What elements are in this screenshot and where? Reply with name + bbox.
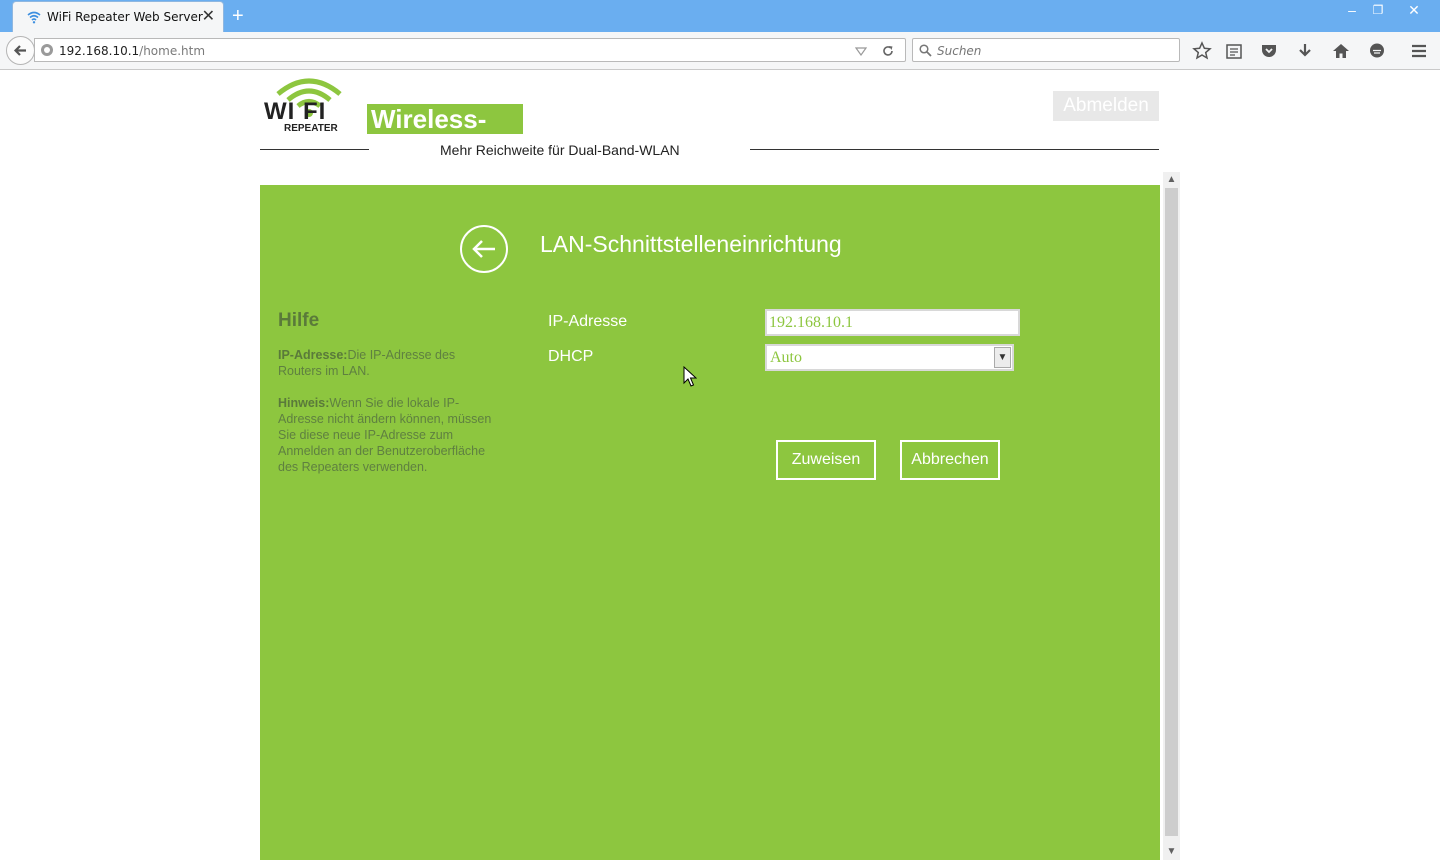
page-title: LAN-Schnittstelleneinrichtung [540, 231, 842, 257]
tab-title: WiFi Repeater Web Server [47, 10, 203, 24]
wifi-icon [27, 11, 41, 24]
browser-toolbar: 192.168.10.1/home.htm Suchen [0, 32, 1440, 70]
page-content: WI FI REPEATER Wireless-AC Abmelden Mehr… [0, 70, 1440, 860]
wifi-logo: WI FI REPEATER [264, 76, 354, 143]
mouse-cursor-icon [683, 366, 697, 387]
url-bar[interactable]: 192.168.10.1/home.htm [34, 38, 906, 62]
brand-logo: Wireless-AC [367, 104, 523, 164]
assign-button[interactable]: Zuweisen [776, 440, 876, 480]
help-hint-text: Hinweis:Wenn Sie die lokale IP-Adresse n… [278, 395, 493, 475]
url-text: 192.168.10.1/home.htm [59, 44, 206, 58]
help-ip-term: IP-Adresse: [278, 348, 348, 362]
restore-icon[interactable]: ❐ [1362, 0, 1394, 24]
logo-text-bottom: REPEATER [284, 123, 338, 134]
dhcp-select[interactable]: Auto ▼ [765, 344, 1014, 371]
header-divider-right [750, 149, 1159, 150]
arrow-left-icon [472, 240, 495, 258]
reading-list-icon[interactable] [1224, 41, 1244, 61]
dropdown-icon[interactable] [855, 46, 867, 56]
help-title: Hilfe [278, 310, 320, 331]
ip-address-input[interactable]: 192.168.10.1 [765, 309, 1020, 336]
dhcp-selected-value: Auto [770, 349, 802, 366]
header-divider-left [260, 149, 369, 150]
browser-tab[interactable]: WiFi Repeater Web Server ✕ [12, 1, 224, 32]
ip-address-label: IP-Adresse [548, 313, 628, 330]
scroll-up-icon[interactable]: ▲ [1163, 172, 1180, 188]
cancel-button[interactable]: Abbrechen [900, 440, 1000, 480]
bookmark-star-icon[interactable] [1192, 41, 1212, 61]
download-icon[interactable] [1295, 41, 1315, 61]
back-button[interactable] [6, 36, 35, 65]
home-icon[interactable] [1331, 41, 1351, 61]
help-hint-term: Hinweis: [278, 396, 330, 410]
tagline: Mehr Reichweite für Dual-Band-WLAN [440, 142, 680, 158]
pocket-icon[interactable] [1259, 41, 1279, 61]
scroll-down-icon[interactable]: ▼ [1163, 844, 1180, 860]
settings-panel: LAN-Schnittstelleneinrichtung Hilfe IP-A… [260, 185, 1160, 860]
close-tab-icon[interactable]: ✕ [202, 7, 215, 27]
logo-text-top: WI FI [264, 98, 327, 125]
new-tab-button[interactable]: + [232, 4, 244, 28]
logout-button[interactable]: Abmelden [1053, 91, 1159, 121]
dhcp-label: DHCP [548, 348, 594, 365]
search-icon [919, 44, 932, 57]
site-info-icon[interactable] [40, 43, 54, 57]
window-close-icon[interactable]: ✕ [1398, 0, 1430, 24]
help-ip-text: IP-Adresse:Die IP-Adresse des Routers im… [278, 347, 493, 379]
scrollbar[interactable]: ▲ ▼ [1163, 172, 1180, 860]
menu-icon[interactable] [1409, 41, 1429, 61]
arrow-left-icon [13, 45, 26, 56]
search-bar[interactable]: Suchen [912, 38, 1180, 62]
chat-icon[interactable] [1367, 41, 1387, 61]
browser-titlebar: WiFi Repeater Web Server ✕ + – ❐ ✕ [0, 0, 1440, 32]
reload-icon[interactable] [881, 44, 895, 58]
search-placeholder: Suchen [937, 44, 982, 58]
back-circle-button[interactable] [460, 225, 508, 273]
chevron-down-icon[interactable]: ▼ [994, 347, 1011, 368]
scrollbar-thumb[interactable] [1165, 188, 1178, 836]
